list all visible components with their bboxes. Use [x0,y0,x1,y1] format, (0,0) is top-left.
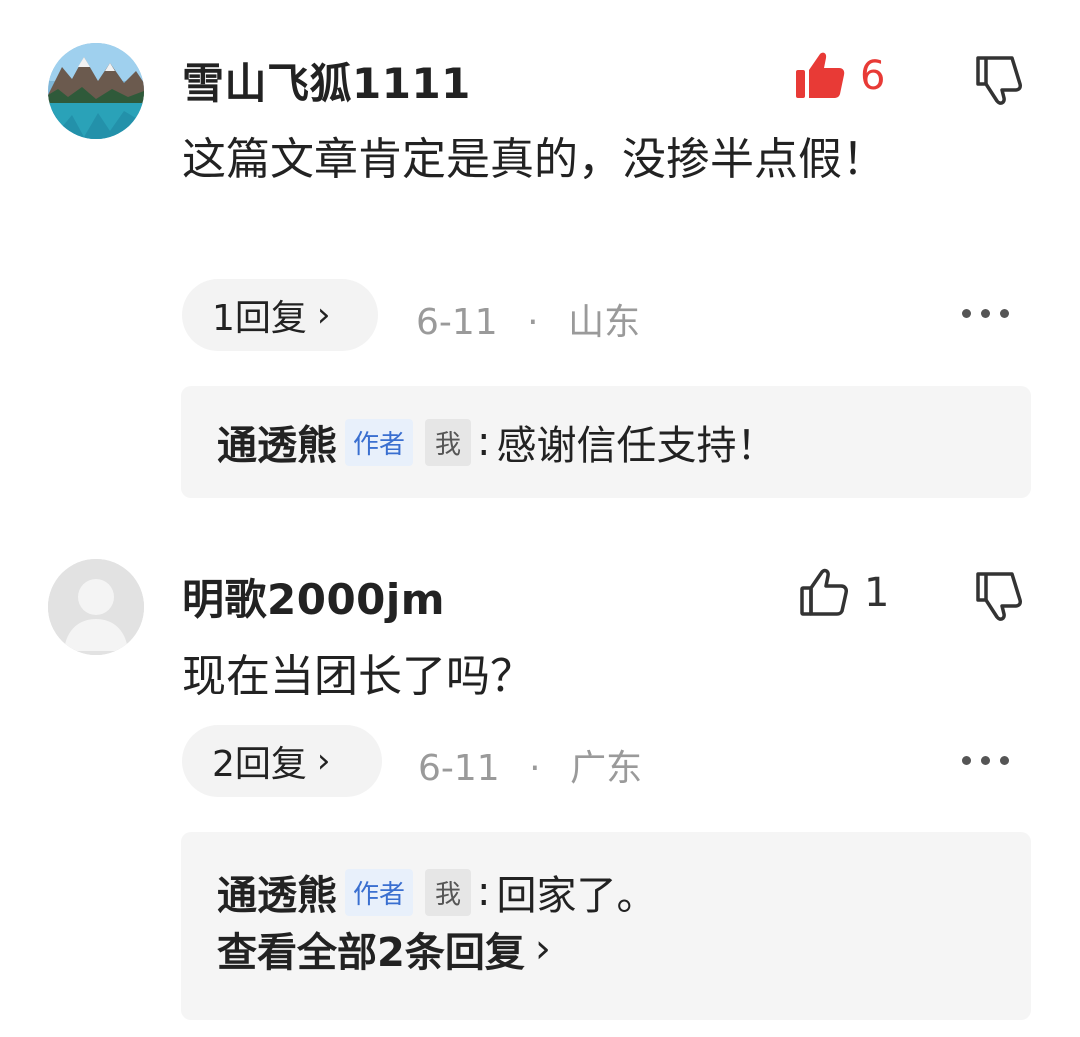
like-count: 1 [864,570,890,616]
reply-count-button[interactable]: 2回复 › [182,725,382,797]
more-options-button[interactable] [962,309,1009,318]
view-all-replies-label: 查看全部2条回复 [217,930,525,976]
default-user-avatar-icon [48,559,144,655]
me-badge: 我 [425,418,472,466]
comment-date: 6-11 [418,748,500,789]
thumbs-down-icon [976,56,1022,105]
mountain-lake-avatar-icon [48,43,144,139]
comment-meta: 6-11 · 山东 [416,293,640,345]
reply-text: 回家了。 [496,873,657,919]
reply-item: 通透熊 作者 我 : 感谢信任支持！ [217,386,995,498]
comment-location: 广东 [570,748,643,789]
reply-colon: : [477,419,491,465]
comment-meta: 6-11 · 广东 [418,739,642,791]
dot-icon [1000,309,1009,318]
like-count: 6 [860,53,886,99]
reply-preview-box[interactable]: 通透熊 作者 我 : 回家了。 查看全部2条回复 › [181,832,1031,1020]
reply-count-label: 2回复 [212,744,307,785]
chevron-right-icon: › [316,295,331,335]
dot-icon [981,756,990,765]
reply-count-label: 1回复 [212,298,307,339]
like-button[interactable]: 6 [794,50,885,102]
chevron-right-icon: › [534,926,551,972]
comment-content: 这篇文章肯定是真的，没掺半点假！ [182,134,886,185]
chevron-right-icon: › [316,741,331,781]
thumbs-down-icon [976,572,1022,621]
dot-icon [962,756,971,765]
view-all-replies-link[interactable]: 查看全部2条回复 › [217,914,995,984]
dislike-button[interactable] [972,54,1024,106]
more-options-button[interactable] [962,756,1009,765]
reply-preview-box[interactable]: 通透熊 作者 我 : 感谢信任支持！ [181,386,1031,498]
user-avatar[interactable] [48,43,144,139]
like-button[interactable]: 1 [798,567,889,619]
reply-author[interactable]: 通透熊 [217,413,337,471]
dot-icon [981,309,990,318]
reply-text: 感谢信任支持！ [496,423,777,469]
dot-icon [1000,756,1009,765]
thumbs-up-filled-icon [796,52,845,98]
dot-icon [962,309,971,318]
reply-count-button[interactable]: 1回复 › [182,279,378,351]
username[interactable]: 雪山飞狐1111 [182,50,471,111]
comment-date: 6-11 [416,302,498,343]
author-badge: 作者 [345,868,414,916]
reply-colon: : [477,869,491,915]
dislike-button[interactable] [972,570,1024,622]
user-avatar[interactable] [48,559,144,655]
author-badge: 作者 [345,418,414,466]
meta-separator: · [529,748,541,789]
reply-author[interactable]: 通透熊 [217,863,337,921]
meta-separator: · [527,302,539,343]
comment-content: 现在当团长了吗？ [182,651,534,702]
comment-location: 山东 [568,302,641,343]
username[interactable]: 明歌2000jm [182,566,445,627]
thumbs-up-icon [800,568,848,616]
me-badge: 我 [425,868,472,916]
